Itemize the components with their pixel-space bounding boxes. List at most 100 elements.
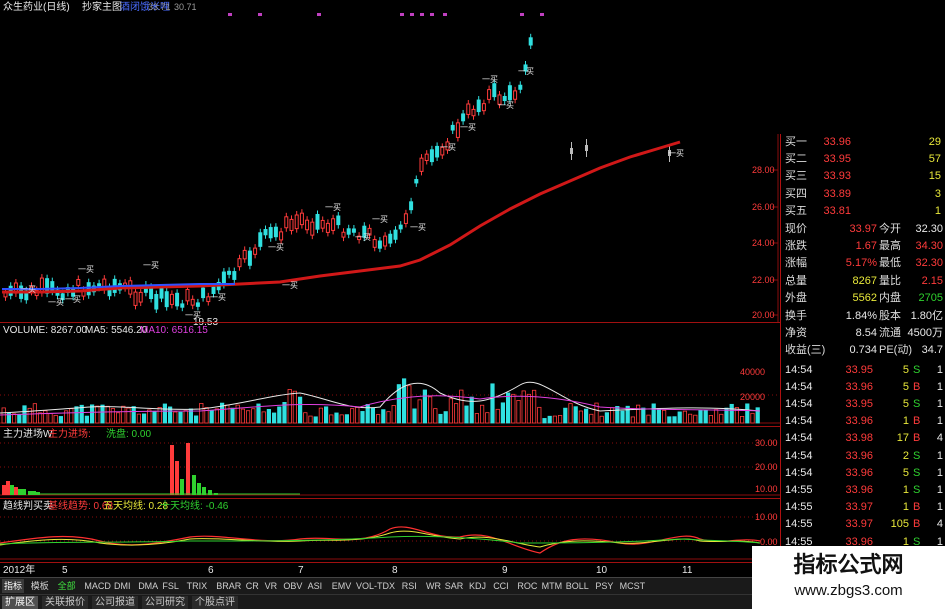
volume-bar [230,407,235,424]
volume-bar [355,407,360,424]
indicator-tab[interactable]: DMA [136,579,160,593]
indicator-tab[interactable]: WR [424,579,443,593]
indicator-value2: 30.71 [174,2,197,12]
candle [190,295,195,310]
volume-bar [672,416,677,424]
candle [258,228,263,251]
candle [383,232,388,250]
volume-bar [646,414,651,424]
volume-bar [688,413,693,424]
top-signal-dot [540,13,544,16]
candle [481,99,486,115]
indicator-tab[interactable]: KDJ [467,579,488,593]
top-signal-dot [420,13,424,16]
price-grid [772,134,779,322]
tick-row: 14:54 33.95 5 S 1 [785,398,943,410]
info-tab[interactable]: 扩展区 [2,596,38,609]
month-label-11: 11 [682,565,693,576]
volume-bar [620,410,625,424]
signal-marker: 一买 [48,298,64,307]
volume-bar [443,411,448,424]
volume-bar [157,407,162,424]
volume-bar [292,390,298,424]
info-tab[interactable]: 公司报道 [92,596,138,609]
indicator-tab[interactable]: MTM [540,579,565,593]
volume-bar [48,413,53,424]
volume-bar [105,405,110,424]
indicator-tab[interactable]: VOL-TDX [354,579,397,593]
indicator-tab[interactable]: MCST [618,579,648,593]
indicator-tab[interactable]: VR [263,579,280,593]
trend-baseline [0,526,761,554]
candle [284,212,289,232]
tick-row: 14:55 33.96 1 S 1 [785,484,943,496]
volume-bar [90,404,95,424]
info-tab[interactable]: 个股点评 [192,596,238,609]
candle [372,235,377,252]
volume-bar [479,404,485,424]
indicator-tab[interactable]: CCI [491,579,511,593]
indicator-tab[interactable]: OBV [281,579,304,593]
volume-panel[interactable]: VOLUME: 8267.00 MA5: 5546.20 MA10: 6516.… [0,322,780,426]
stat-row: 现价 33.97 今开 32.30 [785,223,943,235]
indicator-tab[interactable]: RSI [400,579,419,593]
indicator-tab[interactable]: 全部 [56,579,78,593]
candle [315,210,320,234]
volume-bar [74,406,79,424]
candle [320,216,325,233]
volume-bar [173,411,178,424]
volume-bar [318,407,324,424]
candlesticks [3,33,671,313]
indicator-tab[interactable]: BRAR [214,579,243,593]
fund-panel[interactable]: 主力进场W 主力进场: 洗盘: 0.00 30.00 20.00 10.00 [0,426,780,498]
signal-marker: 一买 [210,293,226,302]
volume-bar [110,408,115,424]
indicator-tab[interactable]: SAR [443,579,466,593]
fin-row: 换手 1.84% 股本 1.80亿 [785,310,943,322]
fund-bar [186,443,190,495]
trend-label-2: 五天均线: 0.28 [103,501,169,512]
indicator-tab[interactable]: 指标 [2,579,25,593]
indicator-tab[interactable]: PSY [593,579,615,593]
indicator-tab[interactable]: BOLL [564,579,591,593]
fund-label-1: 主力进场: [48,429,91,440]
indicator-name: 抄家主图 [82,2,122,13]
indicator-tab[interactable]: 模板 [29,579,51,593]
signal-marker: 一买 [65,295,81,304]
indicator-tab[interactable]: ROC [515,579,539,593]
volume-bar [407,385,412,424]
volume-bar [464,405,469,424]
volume-bar [11,413,17,424]
signal-marker: 一买 [143,261,159,270]
volume-bar [636,404,641,424]
price-axis-label: 26.00 [752,202,775,212]
price-chart-panel[interactable]: 一买 一买 一买 一买 一买 一买 一买 一买 一买 一买 一买 一买 一买 一买 一买 一买 一买 一买 一买 众… [0,0,780,328]
signal-marker: 一买 [482,75,498,84]
volume-bar [245,410,251,424]
volume-bar [43,410,48,424]
volume-bar [32,403,38,424]
volume-bar [615,406,620,424]
top-signal-dot [430,13,434,16]
tick-row: 14:54 33.96 5 S 1 [785,466,943,479]
indicator-tab[interactable]: ASI [306,579,325,593]
indicator-tab[interactable]: EMV [330,579,354,593]
trend-panel[interactable]: 趋线判买卖 基线趋势: 0.68 五天均线: 0.28 十天均线: -0.46 … [0,498,780,562]
info-tab[interactable]: 公司研究 [142,596,188,609]
info-tab[interactable]: 关联报价 [42,596,88,609]
candle [429,145,434,166]
candle [289,215,294,235]
month-label-9: 9 [502,565,508,576]
indicator-tab[interactable]: CR [244,579,261,593]
indicator-tab[interactable]: TRIX [185,579,210,593]
volume-bar [558,414,563,424]
indicator-tab[interactable]: FSL [160,579,181,593]
signal-marker: 一买 [440,143,456,152]
volume-ma10-line [0,395,761,416]
candle [487,85,492,104]
indicator-tab[interactable]: MACD [82,579,113,593]
indicator-tab[interactable]: DMI [112,579,133,593]
fund-axis-30: 30.00 [755,438,778,448]
info-tabbar: 扩展区 关联报价 公司报道 公司研究 个股点评 [0,594,752,609]
volume-bar [360,411,365,424]
